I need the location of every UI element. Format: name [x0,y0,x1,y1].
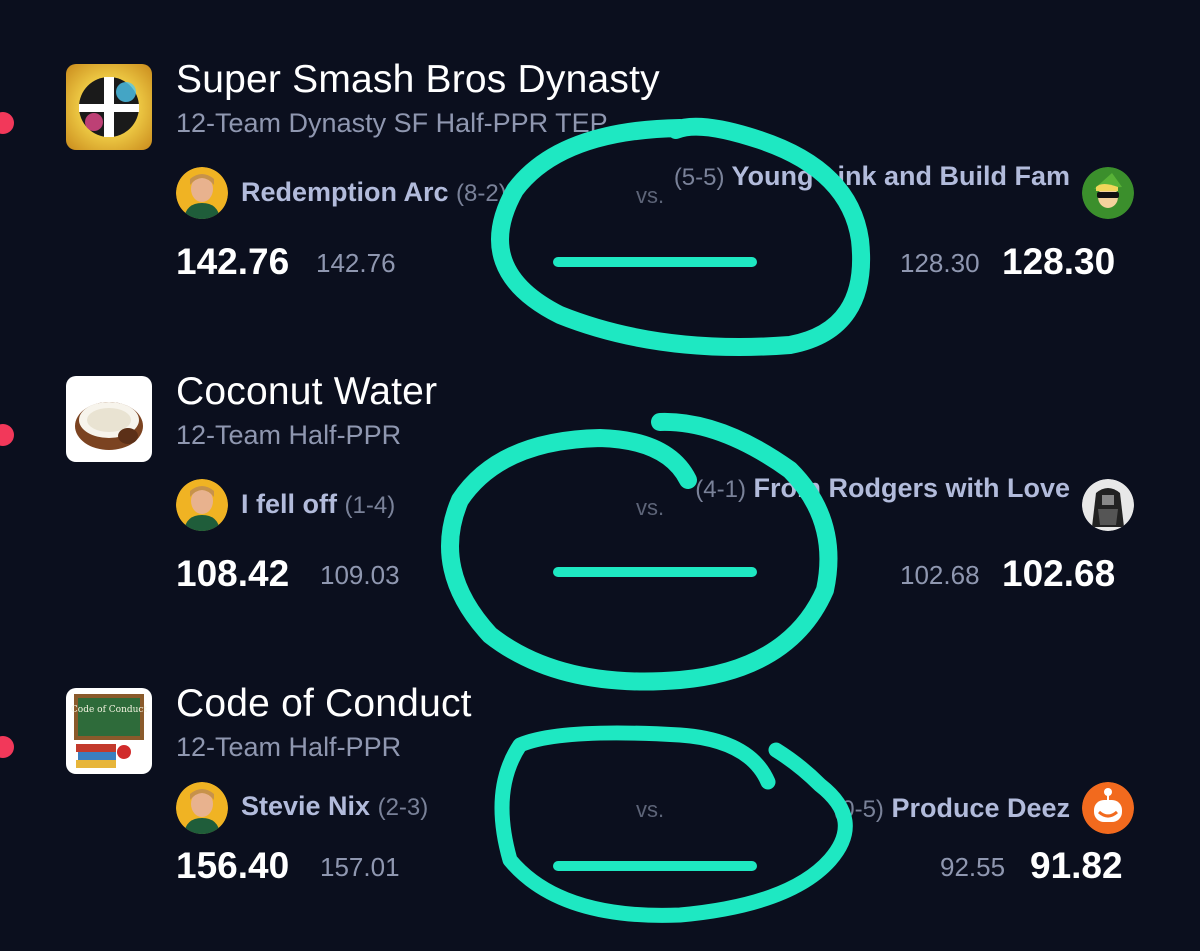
unread-dot [0,112,14,134]
projected-right: 92.55 [940,852,1006,882]
score-right: 102.68 [1002,553,1116,594]
league-title[interactable]: Code of Conduct [176,682,472,726]
score-left: 108.42 [176,553,290,594]
team-record: (5-5) [673,164,725,191]
league-subtitle: 12-Team Half-PPR [176,420,402,450]
projected-left: 109.03 [320,560,400,590]
league-card[interactable]: Super Smash Bros Dynasty 12-Team Dynasty… [0,0,1200,300]
player-avatar-icon [176,479,228,531]
league-subtitle: 12-Team Half-PPR [176,732,402,762]
team-name-right[interactable]: (4-1) From Rodgers with Love [650,470,1070,508]
score-right: 91.82 [1030,845,1123,886]
team-name[interactable]: From Rodgers with Love [753,473,1070,503]
team-name-left[interactable]: I fell off (1-4) [241,489,395,520]
team-name[interactable]: Stevie Nix [241,791,370,821]
team-record: (0-5) [833,796,884,823]
unread-dot [0,424,14,446]
team-name[interactable]: Produce Deez [891,793,1070,823]
projected-left: 157.01 [320,852,400,882]
chalkboard-text: Code of Conduct [71,705,148,715]
team-name-left[interactable]: Stevie Nix (2-3) [241,791,428,822]
score-right: 128.30 [1002,241,1116,282]
league-card[interactable]: Coconut Water 12-Team Half-PPR I fell of… [0,312,1200,612]
projected-left: 142.76 [316,248,396,278]
player-avatar-icon [176,782,228,834]
team-record: (4-1) [695,476,746,503]
league-card[interactable]: Code of Conduct Code of Conduct 12-Team … [0,624,1200,924]
team-name-right[interactable]: (0-5) Produce Deez [650,790,1070,828]
score-left: 142.76 [176,241,290,282]
unread-dot [0,736,14,758]
projected-right: 102.68 [900,560,980,590]
team-record: (1-4) [344,492,396,519]
player-avatar-icon [176,167,228,219]
team-name[interactable]: Redemption Arc [241,177,449,207]
projected-right: 128.30 [900,248,980,278]
score-left: 156.40 [176,845,290,886]
team-name[interactable]: I fell off [241,489,337,519]
team-record: (8-2) [456,180,507,207]
code-of-conduct-chalkboard-icon: Code of Conduct [66,688,152,774]
coconut-icon [66,376,152,462]
league-title[interactable]: Super Smash Bros Dynasty [176,58,660,102]
team-name-left[interactable]: Redemption Arc (8-2) [241,177,507,208]
team-name-right[interactable]: (5-5) Young Link and Build Fam [650,158,1070,196]
link-avatar-icon [1082,167,1134,219]
team-record: (2-3) [377,794,429,821]
orange-robot-avatar-icon [1082,782,1134,834]
bw-character-avatar-icon [1082,479,1134,531]
league-title[interactable]: Coconut Water [176,370,437,414]
team-name[interactable]: Young Link and Build Fam [732,161,1071,191]
smash-bros-logo-icon [66,64,152,150]
league-subtitle: 12-Team Dynasty SF Half-PPR TEP [176,108,608,138]
